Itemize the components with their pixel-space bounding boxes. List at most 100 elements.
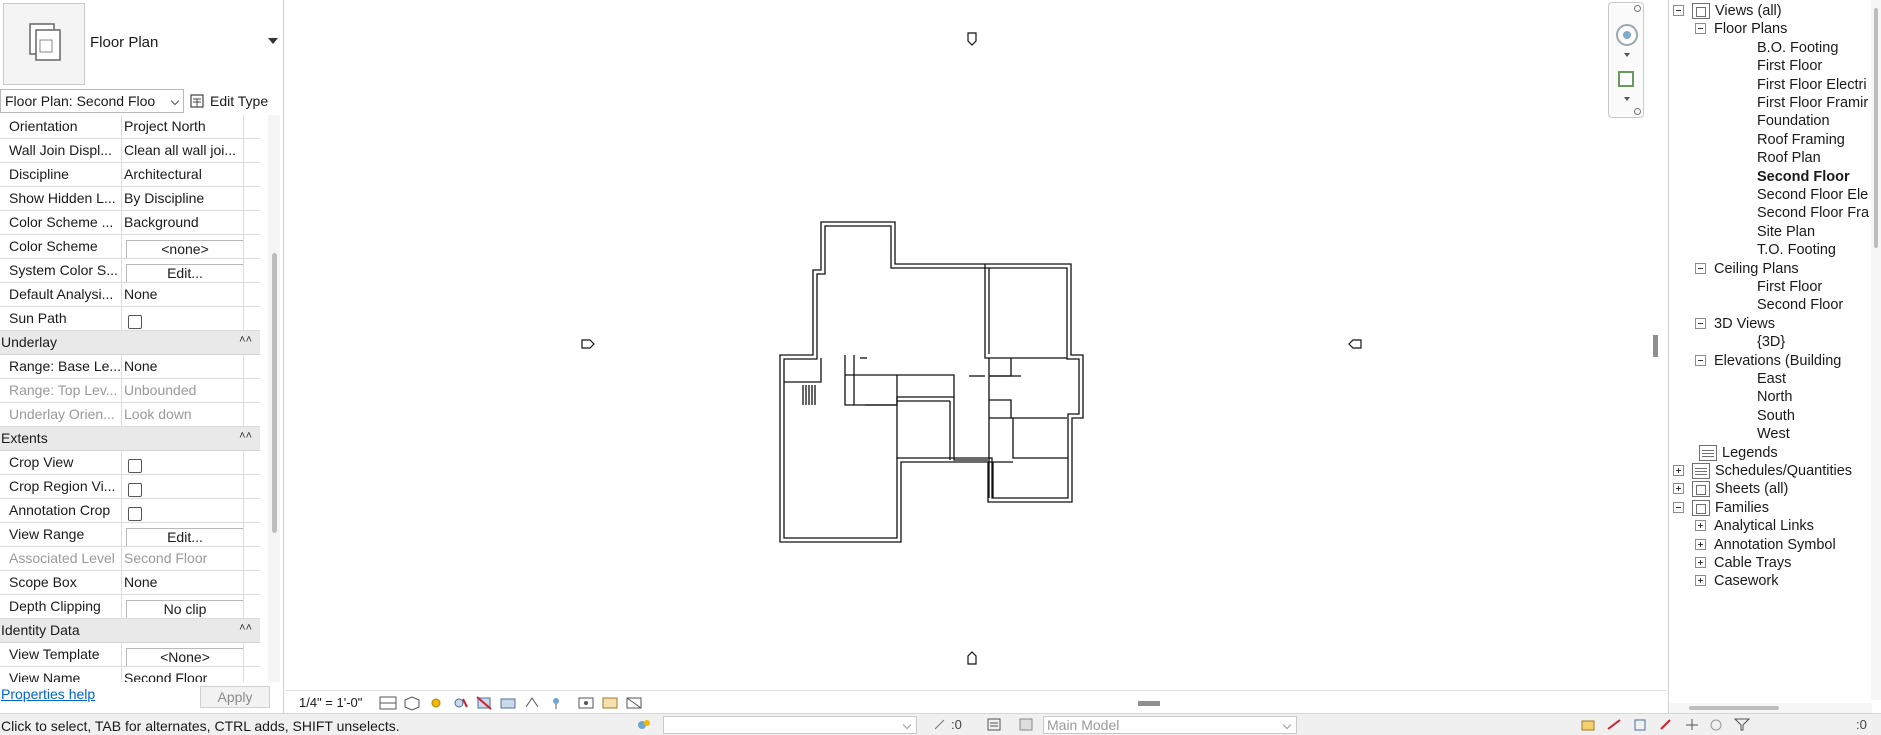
property-row[interactable]: Discipline Architectural (0, 163, 260, 187)
property-row[interactable]: Scope Box None (0, 571, 260, 595)
property-row[interactable]: Crop View (0, 451, 260, 475)
close-icon[interactable] (1634, 5, 1641, 12)
options-icon[interactable] (1634, 108, 1641, 115)
design-option-icon[interactable] (1018, 717, 1034, 732)
property-value-cell[interactable]: <none> (122, 235, 244, 258)
select-links-icon[interactable] (1580, 717, 1596, 732)
property-value-cell[interactable]: None (122, 355, 244, 378)
type-selector[interactable]: Floor Plan (0, 0, 284, 88)
property-row[interactable]: Associated Level Second Floor (0, 547, 260, 571)
property-checkbox[interactable] (128, 459, 142, 473)
chevron-down-icon[interactable] (1624, 53, 1630, 57)
properties-help-link[interactable]: Properties help (1, 686, 95, 702)
property-value-button[interactable]: No clip (126, 600, 243, 618)
view-scale[interactable]: 1/4" = 1'-0" (299, 695, 362, 710)
temporary-view-properties-icon[interactable] (601, 695, 619, 711)
property-value-cell[interactable]: Background (122, 211, 244, 234)
collapse-icon[interactable] (1673, 5, 1684, 16)
property-row[interactable]: Wall Join Displ... Clean all wall joi... (0, 139, 260, 163)
collapse-icon[interactable]: ˄˄ (239, 622, 252, 634)
property-row[interactable]: View Range Edit... (0, 523, 260, 547)
expand-icon[interactable] (1695, 575, 1706, 586)
expand-icon[interactable] (1673, 483, 1684, 494)
floor-plan-drawing[interactable] (285, 0, 1667, 713)
property-value-cell[interactable]: None (122, 283, 244, 306)
property-value-cell[interactable]: None (122, 571, 244, 594)
property-row[interactable]: Orientation Project North (0, 115, 260, 139)
property-value-cell[interactable] (122, 307, 244, 330)
property-value-cell[interactable]: Unbounded (122, 379, 244, 402)
property-value-cell[interactable]: By Discipline (122, 187, 244, 210)
property-value-cell[interactable]: Second Floor (122, 547, 244, 570)
horizontal-scroll-handle[interactable] (1138, 701, 1160, 706)
property-row[interactable]: Color Scheme <none> (0, 235, 260, 259)
property-value-cell[interactable]: Project North (122, 115, 244, 138)
property-row[interactable]: Annotation Crop (0, 499, 260, 523)
active-workset-dropdown[interactable] (663, 716, 917, 734)
drawing-area[interactable] (285, 0, 1667, 713)
reveal-hidden-icon[interactable] (577, 695, 595, 711)
properties-scrollbar[interactable] (268, 115, 280, 682)
select-by-face-icon[interactable] (1658, 717, 1674, 732)
property-value-button[interactable]: Edit... (126, 264, 243, 282)
property-value-cell[interactable] (122, 475, 244, 498)
property-checkbox[interactable] (128, 483, 142, 497)
design-options-icon[interactable] (986, 717, 1002, 732)
property-row[interactable]: Color Scheme ... Background (0, 211, 260, 235)
shadows-icon[interactable] (451, 695, 469, 711)
filter-icon[interactable] (1734, 717, 1750, 732)
browser-family-category[interactable]: Casework (1714, 570, 1778, 592)
property-value-button[interactable]: Edit... (126, 528, 243, 546)
property-row[interactable]: View Name Second Floor (0, 667, 260, 682)
collapse-icon[interactable] (1673, 502, 1684, 513)
scrollbar-thumb[interactable] (1689, 706, 1779, 710)
property-value-cell[interactable] (122, 451, 244, 474)
show-crop-region-icon[interactable] (499, 695, 517, 711)
property-row[interactable]: View Template <None> (0, 643, 260, 667)
type-dropdown-caret-icon[interactable] (268, 38, 278, 44)
select-underlay-icon[interactable] (1606, 717, 1622, 732)
crop-view-icon[interactable] (475, 695, 493, 711)
property-value-cell[interactable]: Edit... (122, 523, 244, 546)
detail-level-icon[interactable] (379, 695, 397, 711)
expand-icon[interactable] (1695, 520, 1706, 531)
expand-icon[interactable] (1695, 539, 1706, 550)
expand-icon[interactable] (1695, 557, 1706, 568)
property-row[interactable]: Show Hidden L... By Discipline (0, 187, 260, 211)
design-option-dropdown[interactable]: Main Model (1043, 716, 1297, 734)
property-value-cell[interactable]: <None> (122, 643, 244, 666)
collapse-icon[interactable]: ˄˄ (239, 430, 252, 442)
property-row[interactable]: Sun Path (0, 307, 260, 331)
instance-filter-select[interactable]: Floor Plan: Second Floo (0, 89, 184, 113)
group-header-extents[interactable]: Extents ˄˄ (0, 427, 260, 451)
collapse-icon[interactable] (1695, 263, 1706, 274)
visual-style-icon[interactable] (403, 695, 421, 711)
worksets-icon[interactable] (636, 717, 652, 732)
property-row[interactable]: Underlay Orien... Look down (0, 403, 260, 427)
property-value-cell[interactable] (122, 499, 244, 522)
property-row[interactable]: Depth Clipping No clip (0, 595, 260, 619)
property-value-cell[interactable]: Architectural (122, 163, 244, 186)
group-header-underlay[interactable]: Underlay ˄˄ (0, 331, 260, 355)
property-value-cell[interactable]: Edit... (122, 259, 244, 282)
temporary-hide-icon[interactable] (547, 695, 565, 711)
chevron-down-icon[interactable] (1624, 97, 1630, 101)
scrollbar-thumb[interactable] (272, 253, 277, 533)
property-value-button[interactable]: <none> (126, 240, 243, 258)
property-row[interactable]: Range: Top Lev... Unbounded (0, 379, 260, 403)
sun-path-icon[interactable] (427, 695, 445, 711)
edit-type-button[interactable]: Edit Type (190, 90, 268, 112)
property-checkbox[interactable] (128, 507, 142, 521)
collapse-icon[interactable]: ˄˄ (239, 334, 252, 346)
group-header-identity-data[interactable]: Identity Data ˄˄ (0, 619, 260, 643)
collapse-icon[interactable] (1695, 318, 1706, 329)
property-value-cell[interactable]: Look down (122, 403, 244, 426)
apply-button[interactable]: Apply (200, 686, 270, 708)
steering-wheel-icon[interactable] (1616, 24, 1638, 46)
vertical-scroll-handle[interactable] (1653, 335, 1658, 357)
expand-icon[interactable] (1673, 465, 1684, 476)
collapse-icon[interactable] (1695, 23, 1706, 34)
property-row[interactable]: Default Analysi... None (0, 283, 260, 307)
browser-horizontal-scrollbar[interactable] (1669, 703, 1872, 713)
property-checkbox[interactable] (128, 315, 142, 329)
